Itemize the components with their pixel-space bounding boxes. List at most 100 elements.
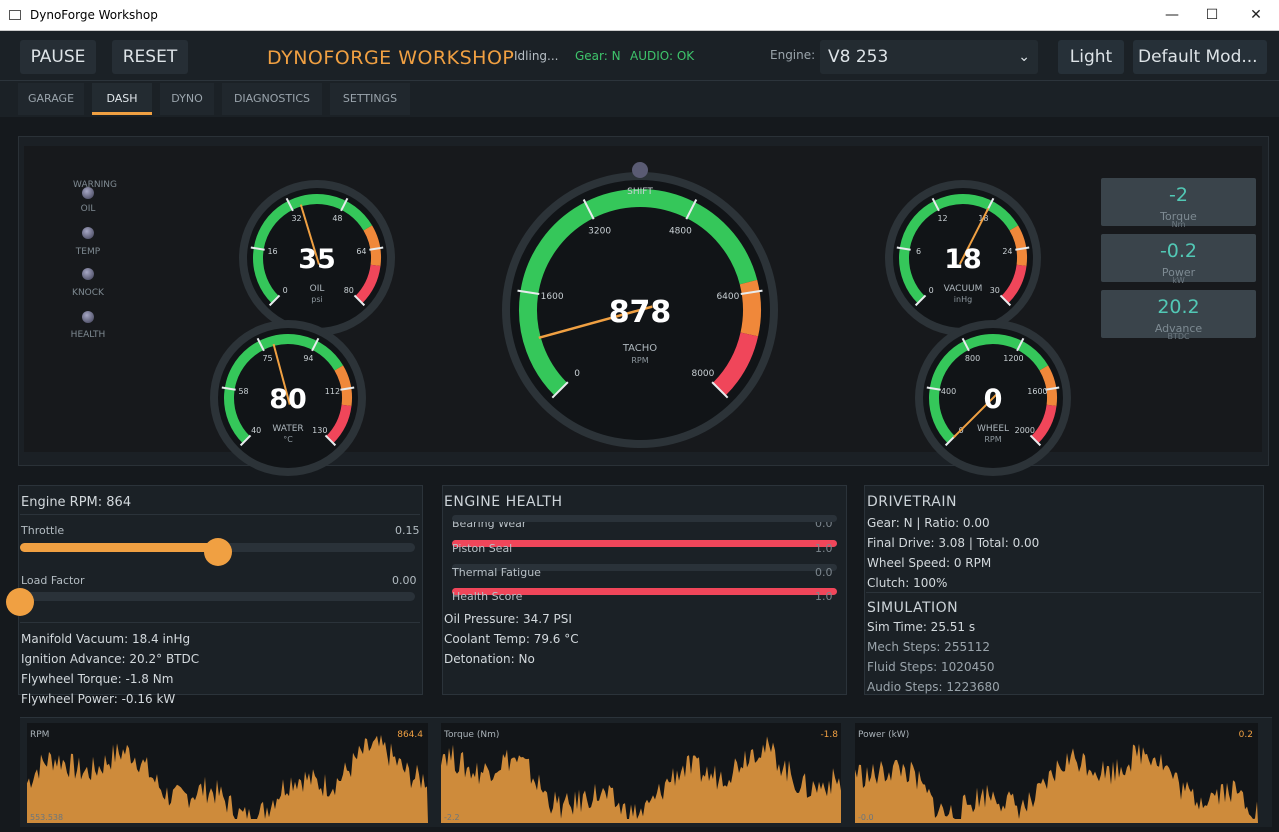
tacho-gauge-tick-label: 6400 [716,292,739,302]
torque-chart: Torque (Nm) -1.8 -2.2 [441,723,841,823]
load-slider-handle[interactable] [6,588,34,616]
torque-tile-value: -2 [1169,184,1188,206]
health-score-label: Health Score [452,590,523,603]
oil-pressure-readout: Oil Pressure: 34.7 PSI [444,612,572,626]
audio-steps-readout: Audio Steps: 1223680 [867,680,1000,694]
divider [20,622,420,623]
wheel-gauge-tick-label: 800 [965,354,980,363]
flywheel-power-readout: Flywheel Power: -0.16 kW [21,692,176,706]
power-chart-plot [855,743,1258,823]
rpm-chart-title: RPM [30,730,50,740]
sim-time-readout: Sim Time: 25.51 s [867,620,976,634]
wheel-gauge-unit: RPM [984,435,1001,444]
oil-gauge-label: OIL [310,284,325,294]
torque-chart-min: -2.2 [444,813,460,822]
tacho-gauge-tick-label: 8000 [691,369,714,379]
tacho-gauge-band-1 [739,279,761,337]
tacho-gauge-unit: RPM [631,356,648,365]
throttle-label: Throttle [21,524,65,537]
rpm-chart-min: 553.538 [30,813,64,822]
vacuum-gauge-tick-label: 30 [990,286,1000,295]
power-tile-unit: kW [1172,276,1185,285]
torque-chart-value: -1.8 [820,730,838,740]
water-gauge-tick-label: 112 [325,387,340,396]
tacho-gauge-tick-label: 1600 [541,292,564,302]
water-gauge-value: 80 [269,384,307,415]
piston-seal-value: 1.0 [815,542,833,555]
power-chart-value: 0.2 [1238,730,1253,740]
advance-tile-unit: BTDC [1167,332,1190,341]
simulation-title: SIMULATION [867,600,959,616]
water-gauge-tick-label: 130 [312,426,327,435]
wheel-speed-readout: Wheel Speed: 0 RPM [867,556,992,570]
advance-tile: 20.2 Advance BTDC [1101,290,1256,341]
mech-steps-readout: Mech Steps: 255112 [867,640,990,654]
ignition-advance-readout: Ignition Advance: 20.2° BTDC [21,652,200,666]
rpm-chart: RPM 864.4 553.538 [27,723,428,823]
oil-gauge-tick-label: 16 [267,247,277,256]
water-gauge-tick-label: 40 [251,426,261,435]
water-gauge-label: WATER [272,424,303,434]
rpm-chart-plot [27,734,428,823]
engine-health-title: ENGINE HEALTH [444,494,563,510]
chart-trace [27,734,428,823]
vacuum-gauge-tick-label: 24 [1002,247,1012,256]
water-gauge-tick-label: 75 [262,354,272,363]
vacuum-gauge-unit: inHg [954,295,972,304]
shift-light [632,162,648,178]
thermal-fatigue-label: Thermal Fatigue [452,566,541,579]
oil-gauge-tick-label: 32 [291,214,301,223]
load-slider-track[interactable] [20,592,415,601]
chart-trace [441,736,841,823]
rpm-chart-value: 864.4 [397,730,423,740]
power-chart-min: -0.0 [858,813,874,822]
oil-gauge-value: 35 [298,244,336,275]
piston-seal-label: Piston Seal [452,542,513,555]
water-gauge-tick-label: 94 [303,354,313,363]
oil-gauge-tick-label: 0 [283,286,288,295]
divider [20,514,420,515]
shift-label: SHIFT [627,187,653,197]
power-tile: -0.2 Power kW [1101,234,1256,285]
wheel-gauge-value: 0 [984,384,1003,415]
fluid-steps-readout: Fluid Steps: 1020450 [867,660,995,674]
power-chart: Power (kW) 0.2 -0.0 [855,723,1258,823]
oil-gauge-tick-label: 48 [332,214,342,223]
power-chart-title: Power (kW) [858,730,910,740]
throttle-slider-handle[interactable] [203,538,232,566]
tacho-gauge-tick-label: 4800 [669,227,692,237]
manifold-vacuum-readout: Manifold Vacuum: 18.4 inHg [21,632,191,646]
vacuum-gauge-tick-label: 12 [937,214,947,223]
power-tile-value: -0.2 [1159,240,1198,262]
detonation-readout: Detonation: No [444,652,535,666]
vacuum-gauge-tick-label: 6 [916,247,921,256]
torque-tile-unit: Nm [1171,220,1186,229]
final-drive-readout: Final Drive: 3.08 | Total: 0.00 [867,536,1040,550]
water-gauge-unit: °C [283,435,293,444]
drivetrain-title: DRIVETRAIN [867,494,957,510]
throttle-slider-fill [20,543,218,552]
divider [866,592,1261,593]
torque-chart-plot [441,736,841,823]
oil-gauge-unit: psi [311,295,322,304]
wheel-gauge-tick-label: 1600 [1027,387,1047,396]
load-factor-value: 0.00 [392,574,417,587]
wheel-gauge-tick-label: 2000 [1015,426,1035,435]
load-factor-label: Load Factor [21,574,85,587]
gear-ratio-readout: Gear: N | Ratio: 0.00 [867,516,990,530]
bearing-wear-bar [452,515,837,522]
wheel-gauge-tick-label: 1200 [1003,354,1023,363]
wheel-gauge-label: WHEEL [977,424,1009,434]
coolant-temp-readout: Coolant Temp: 79.6 °C [444,632,579,646]
vacuum-gauge-label: VACUUM [944,284,983,294]
oil-gauge-tick-label: 80 [344,286,354,295]
oil-gauge-tick-label: 64 [356,247,366,256]
gauges-layer: 0 16 32 48 64 80 35 OILpsi 40 58 75 94 112 130 80 WATER… [210,162,1071,476]
health-score-value: 1.0 [815,590,833,603]
thermal-fatigue-value: 0.0 [815,566,833,579]
wheel-gauge-tick-label: 400 [941,387,956,396]
engine-rpm-readout: Engine RPM: 864 [21,495,132,510]
flywheel-torque-readout: Flywheel Torque: -1.8 Nm [21,672,174,686]
tacho-gauge-label: TACHO [622,343,657,354]
torque-tile: -2 Torque Nm [1101,178,1256,229]
